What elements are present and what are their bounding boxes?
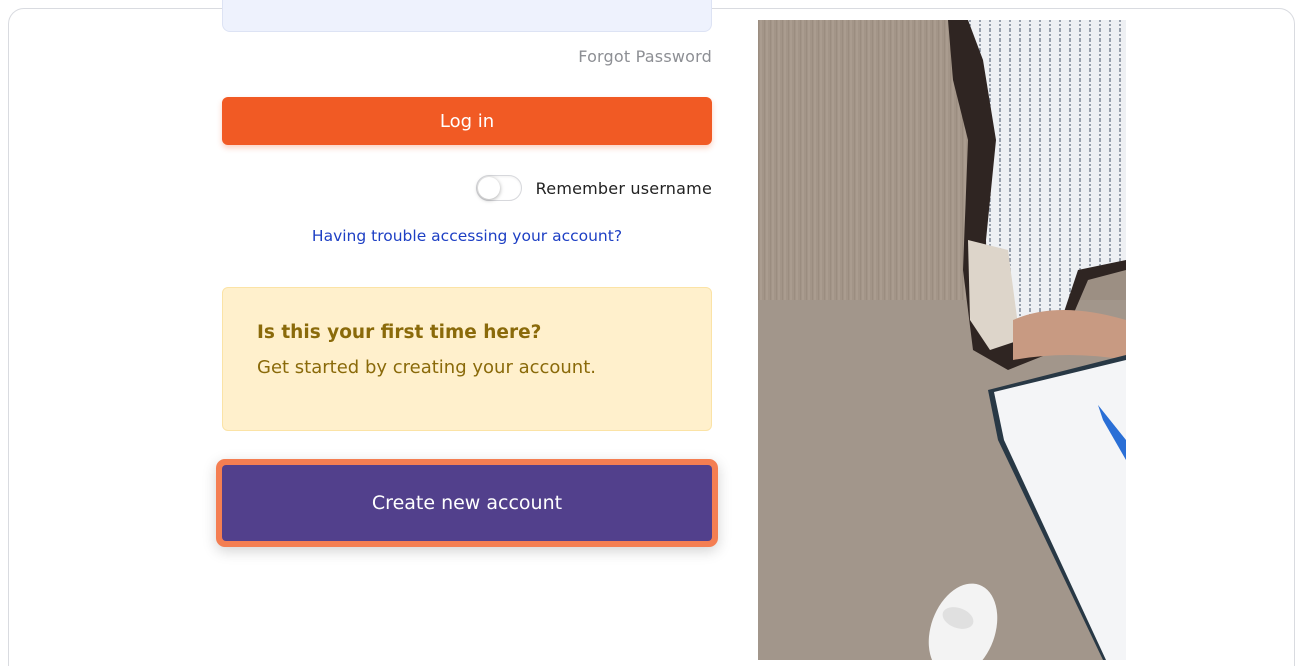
side-photo bbox=[758, 20, 1126, 660]
photo-illustration bbox=[758, 20, 1126, 660]
toggle-knob bbox=[477, 177, 500, 199]
remember-username-toggle[interactable] bbox=[475, 175, 522, 201]
trouble-accessing-link[interactable]: Having trouble accessing your account? bbox=[222, 227, 712, 245]
create-account-highlight: Create new account bbox=[216, 459, 718, 547]
remember-username-row: Remember username bbox=[475, 174, 712, 202]
first-time-panel: Is this your first time here? Get starte… bbox=[222, 287, 712, 431]
login-button[interactable]: Log in bbox=[222, 97, 712, 145]
create-account-button[interactable]: Create new account bbox=[222, 465, 712, 541]
first-time-heading: Is this your first time here? bbox=[257, 322, 542, 343]
remember-username-label: Remember username bbox=[535, 178, 712, 198]
forgot-password-link[interactable]: Forgot Password bbox=[578, 47, 712, 66]
password-field[interactable] bbox=[222, 0, 712, 32]
first-time-text: Get started by creating your account. bbox=[257, 357, 596, 378]
